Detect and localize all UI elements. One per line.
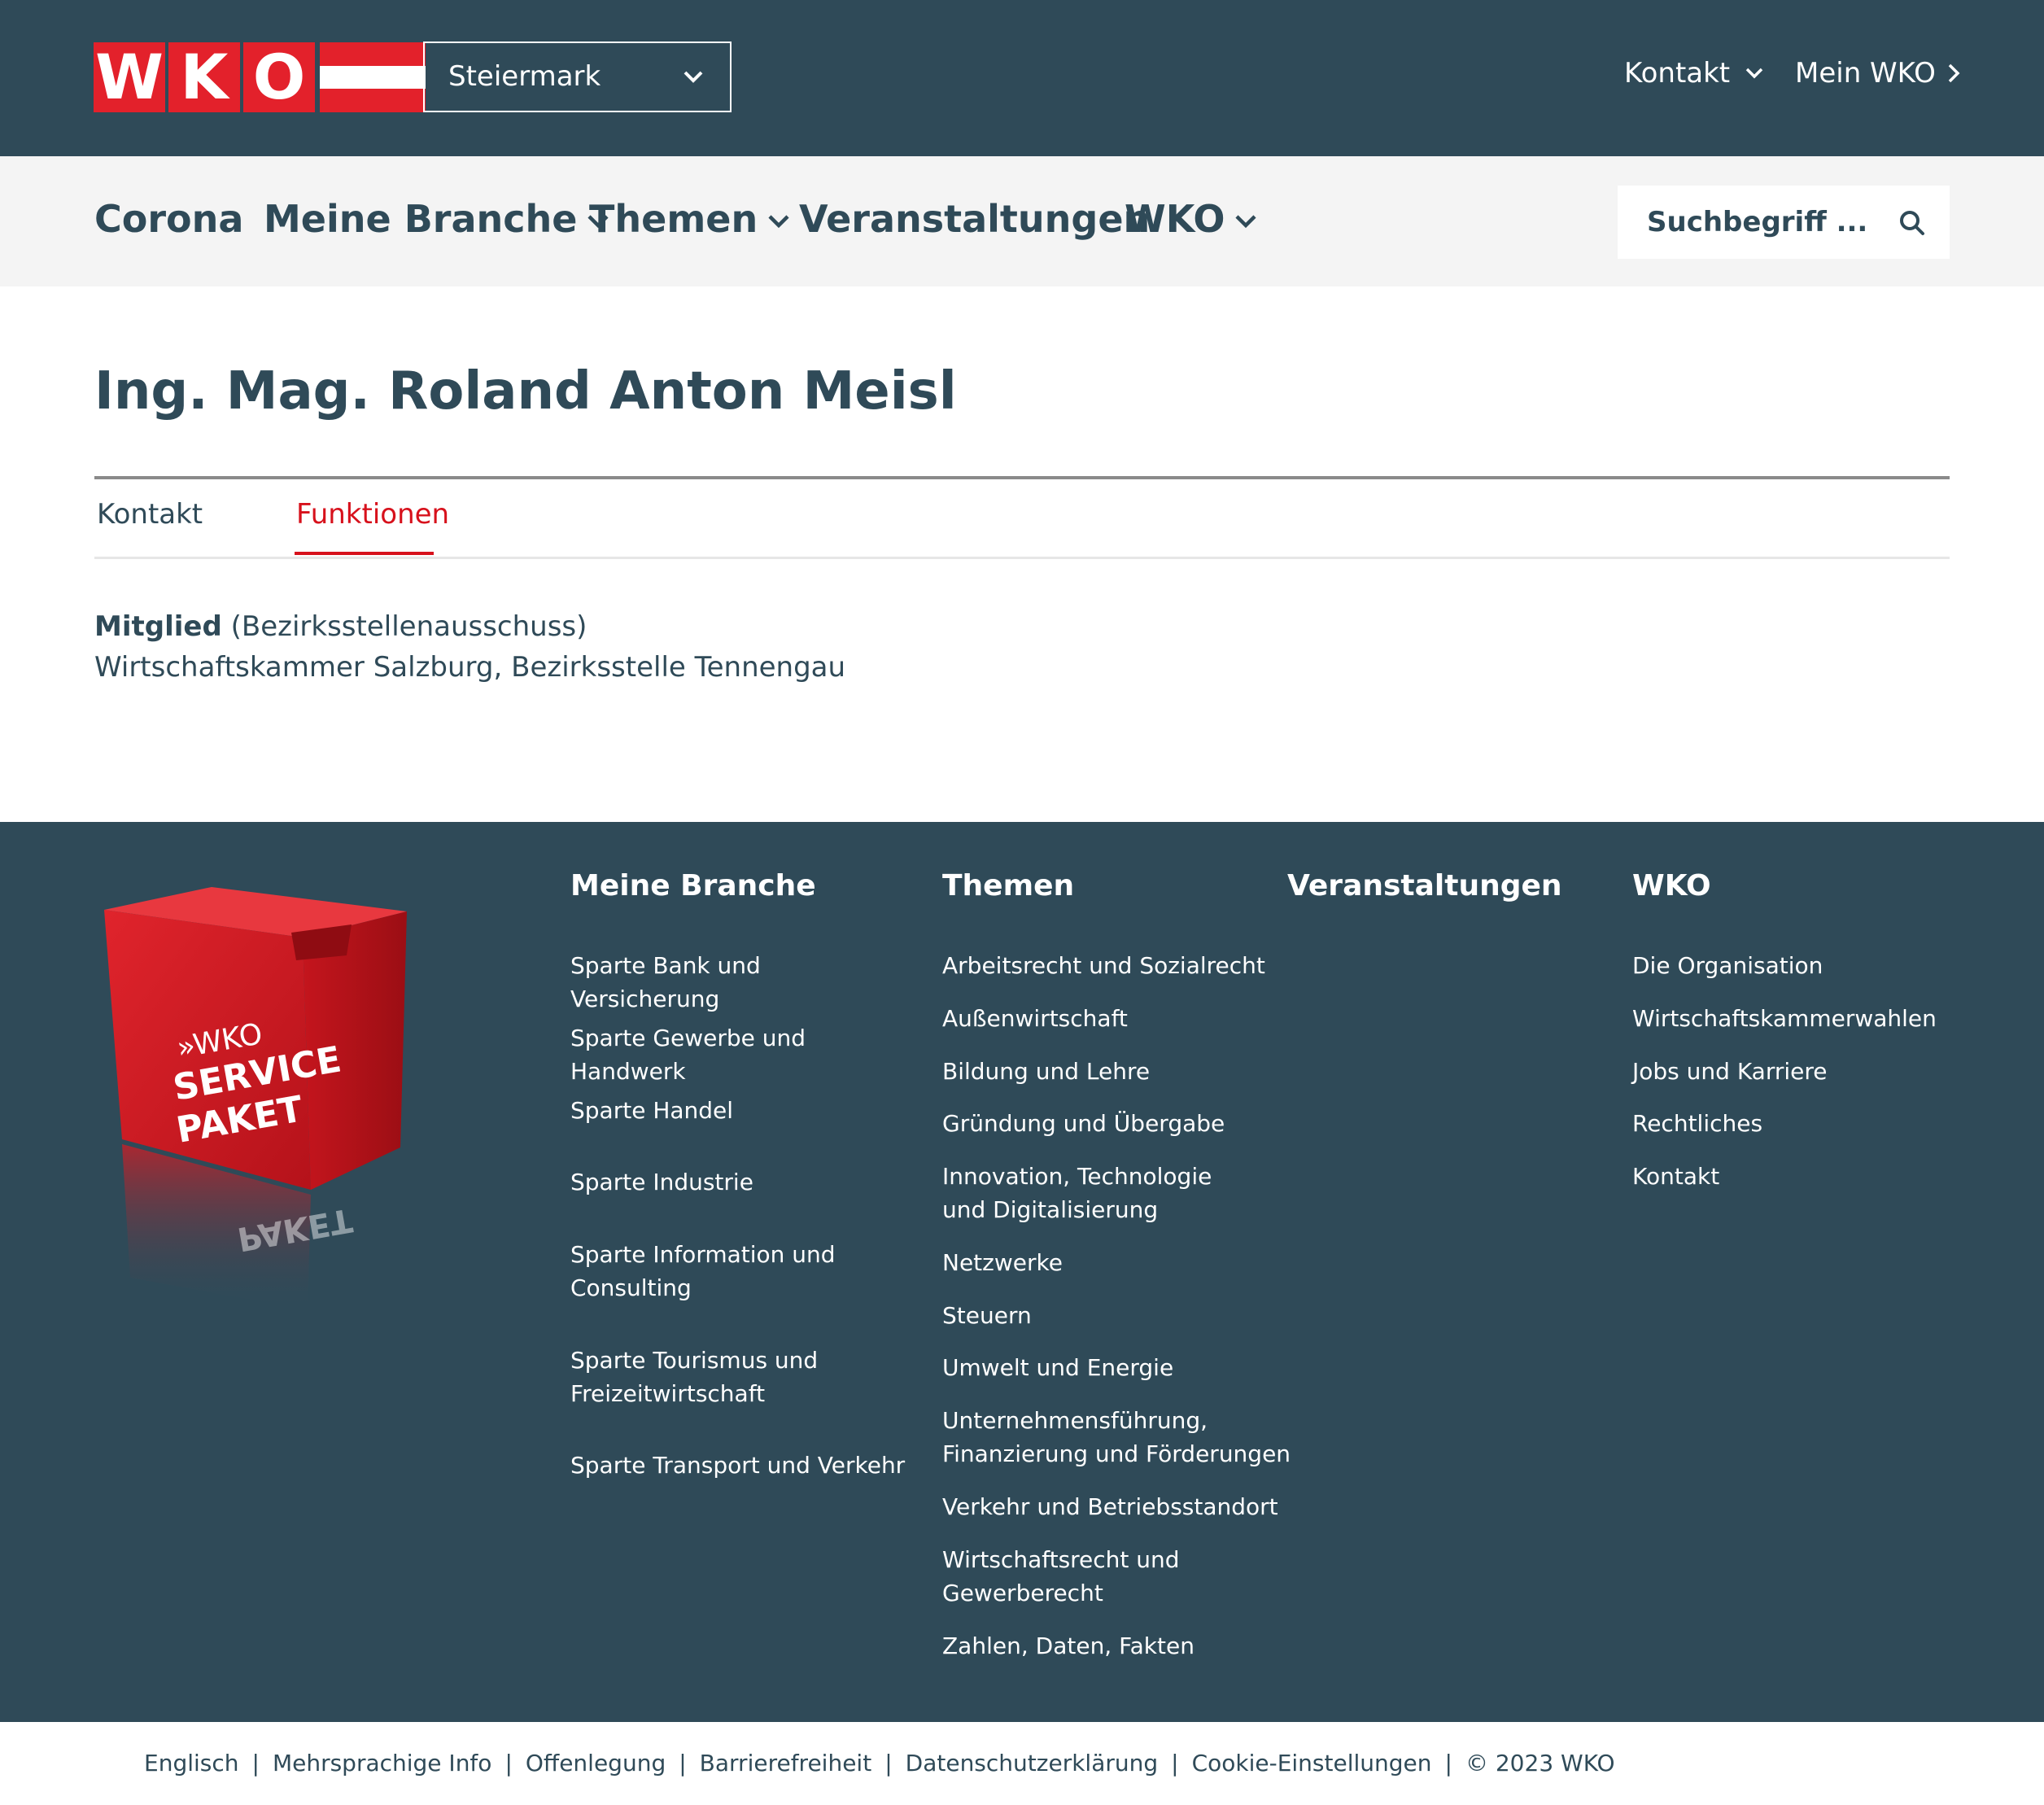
- separator: |: [679, 1750, 687, 1777]
- separator: |: [884, 1750, 893, 1777]
- nav-item-veranstaltungen[interactable]: Veranstaltungen: [799, 197, 1150, 241]
- mein-wko-link[interactable]: Mein WKO: [1795, 57, 1962, 90]
- austria-flag-icon: [320, 42, 426, 113]
- footer-column-title[interactable]: Veranstaltungen: [1287, 869, 1562, 902]
- wko-logo[interactable]: W K O: [94, 42, 426, 113]
- legal-links: Englisch | Mehrsprachige Info | Offenleg…: [144, 1750, 1615, 1777]
- footer-link[interactable]: Netzwerke: [942, 1246, 1284, 1279]
- nav-item-label: Veranstaltungen: [799, 197, 1151, 241]
- footer-link[interactable]: Sparte Industrie: [570, 1165, 912, 1199]
- footer-link[interactable]: Zahlen, Daten, Fakten: [942, 1629, 1284, 1663]
- separator: |: [251, 1750, 260, 1777]
- footer-link[interactable]: Sparte Transport und Verkehr: [570, 1449, 912, 1482]
- footer-link[interactable]: Wirtschaftsrecht und Gewerberecht: [942, 1543, 1211, 1610]
- tab-kontakt[interactable]: Kontakt: [97, 498, 203, 531]
- footer-link[interactable]: Jobs und Karriere: [1632, 1055, 1974, 1088]
- separator: |: [1444, 1750, 1452, 1777]
- footer-link[interactable]: Kontakt: [1632, 1160, 1974, 1193]
- footer-link[interactable]: Unternehmensführung, Finanzierung und Fö…: [942, 1404, 1292, 1471]
- search-icon[interactable]: [1899, 210, 1925, 236]
- separator: |: [504, 1750, 513, 1777]
- nav-item-themen[interactable]: Themen: [589, 197, 790, 241]
- function-organization: Wirtschaftskammer Salzburg, Bezirksstell…: [94, 651, 846, 684]
- footer: »WKO SERVICE PAKET PAKET Meine Branche S…: [0, 822, 2044, 1722]
- mein-wko-label: Mein WKO: [1795, 57, 1936, 90]
- footer-link[interactable]: Sparte Information und Consulting: [570, 1238, 839, 1305]
- chevron-down-icon: [1235, 215, 1257, 229]
- nav-item-label: Corona: [94, 197, 244, 241]
- nav-item-wko[interactable]: WKO: [1125, 197, 1257, 241]
- footer-link[interactable]: Bildung und Lehre: [942, 1055, 1284, 1088]
- footer-link[interactable]: Sparte Handel: [570, 1094, 912, 1127]
- footer-link[interactable]: Außenwirtschaft: [942, 1002, 1284, 1035]
- chevron-down-icon: [768, 215, 789, 229]
- footer-link[interactable]: Steuern: [942, 1299, 1284, 1332]
- nav-item-label: Meine Branche: [264, 197, 578, 241]
- copyright: © 2023 WKO: [1465, 1750, 1615, 1777]
- main-navigation: Corona Meine Branche Themen Veranstaltun…: [0, 156, 2044, 286]
- footer-column-title: WKO: [1632, 869, 1711, 902]
- legal-link-englisch[interactable]: Englisch: [144, 1750, 239, 1777]
- legal-link-barrierefreiheit[interactable]: Barrierefreiheit: [700, 1750, 872, 1777]
- chevron-right-icon: [1948, 63, 1960, 83]
- function-entry: Mitglied (Bezirksstellenausschuss): [94, 610, 587, 643]
- legal-link-mehrsprachige-info[interactable]: Mehrsprachige Info: [273, 1750, 492, 1777]
- footer-link[interactable]: Innovation, Technologie und Digitalisier…: [942, 1160, 1251, 1226]
- function-role: Mitglied: [94, 610, 222, 643]
- footer-link[interactable]: Sparte Bank und Versicherung: [570, 949, 912, 1016]
- footer-link[interactable]: Rechtliches: [1632, 1107, 1974, 1140]
- tabs-divider: [94, 557, 1950, 559]
- legal-link-cookie-settings[interactable]: Cookie-Einstellungen: [1192, 1750, 1432, 1777]
- footer-link[interactable]: Wirtschaftskammerwahlen: [1632, 1002, 1974, 1035]
- separator: |: [1171, 1750, 1179, 1777]
- search-input[interactable]: [1618, 186, 1894, 259]
- logo-letter: W: [94, 42, 165, 112]
- search-box: [1618, 186, 1950, 259]
- region-select-value: Steiermark: [448, 60, 601, 93]
- function-body: (Bezirksstellenausschuss): [230, 610, 587, 643]
- footer-link[interactable]: Arbeitsrecht und Sozialrecht: [942, 949, 1284, 982]
- footer-link[interactable]: Verkehr und Betriebsstandort: [942, 1490, 1284, 1523]
- active-tab-indicator: [295, 552, 434, 555]
- footer-link[interactable]: Umwelt und Energie: [942, 1351, 1284, 1384]
- footer-column-title: Themen: [942, 869, 1075, 902]
- nav-item-label: Themen: [589, 197, 758, 241]
- contact-menu[interactable]: Kontakt: [1624, 57, 1764, 90]
- tab-funktionen[interactable]: Funktionen: [296, 498, 449, 531]
- chevron-down-icon: [1745, 68, 1763, 79]
- service-package-box-icon[interactable]: »WKO SERVICE PAKET PAKET: [90, 887, 431, 1343]
- footer-link[interactable]: Sparte Gewerbe und Handwerk: [570, 1021, 912, 1088]
- page-title: Ing. Mag. Roland Anton Meisl: [94, 361, 957, 422]
- chevron-down-icon: [684, 71, 703, 83]
- footer-column-title: Meine Branche: [570, 869, 816, 902]
- logo-letter: K: [168, 42, 240, 112]
- contact-menu-label: Kontakt: [1624, 57, 1731, 90]
- divider: [94, 476, 1950, 479]
- region-select[interactable]: Steiermark: [423, 42, 732, 112]
- legal-link-datenschutz[interactable]: Datenschutzerklärung: [906, 1750, 1159, 1777]
- logo-letter: O: [243, 42, 315, 112]
- top-bar: W K O Steiermark Kontakt Mein WKO: [0, 0, 2044, 156]
- nav-item-corona[interactable]: Corona: [94, 197, 243, 241]
- footer-link[interactable]: Gründung und Übergabe: [942, 1107, 1284, 1140]
- footer-link[interactable]: Die Organisation: [1632, 949, 1974, 982]
- footer-link[interactable]: Sparte Tourismus und Freizeitwirtschaft: [570, 1344, 839, 1410]
- legal-link-offenlegung[interactable]: Offenlegung: [526, 1750, 666, 1777]
- nav-item-meine-branche[interactable]: Meine Branche: [264, 197, 609, 241]
- nav-item-label: WKO: [1125, 197, 1225, 241]
